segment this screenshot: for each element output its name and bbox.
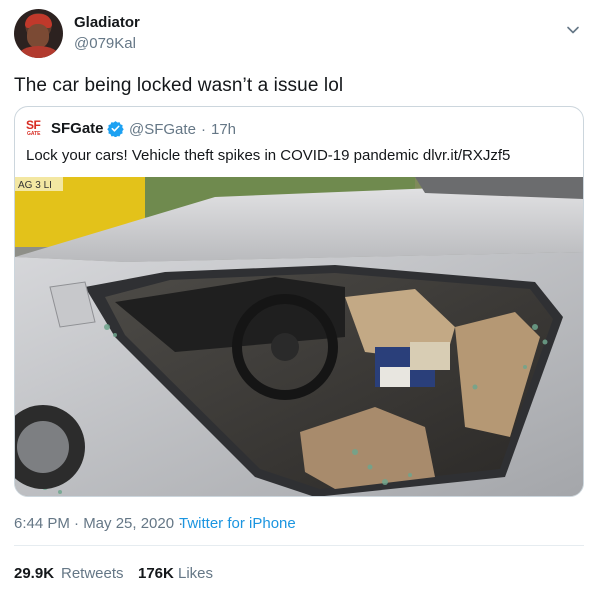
stats-divider <box>14 545 584 546</box>
retweets-count[interactable]: 29.9K <box>14 565 54 582</box>
author-display-name[interactable]: Gladiator <box>74 14 140 31</box>
likes-count[interactable]: 176K <box>138 565 174 582</box>
sfgate-logo-text: SF <box>26 118 41 132</box>
quoted-tweet[interactable]: SF GATE SFGate @SFGate · 17h Lock your c… <box>14 106 584 497</box>
likes-label[interactable]: Likes <box>178 565 213 582</box>
tweet-text: The car being locked wasn’t a issue lol <box>14 75 344 96</box>
quoted-handle[interactable]: @SFGate <box>129 121 196 138</box>
license-plate-text: AG 3 LI <box>18 180 52 191</box>
author-handle[interactable]: @079Kal <box>74 35 136 52</box>
quoted-separator: · <box>201 121 206 138</box>
sfgate-logo: SF GATE <box>26 118 44 139</box>
tweet-source-link[interactable]: Twitter for iPhone <box>179 515 296 532</box>
tweet-card: Gladiator @079Kal The car being locked w… <box>0 0 589 594</box>
avatar-shirt <box>18 46 59 58</box>
quoted-text: Lock your cars! Vehicle theft spikes in … <box>26 147 511 164</box>
quoted-display-name[interactable]: SFGate <box>51 120 104 137</box>
car-break-in-photo: AG 3 LI <box>15 177 583 496</box>
sfgate-logo-subtext: GATE <box>27 131 41 137</box>
retweets-label[interactable]: Retweets <box>61 565 124 582</box>
tweet-timestamp[interactable]: 6:44 PM · May 25, 2020 · <box>14 515 183 532</box>
profile-avatar[interactable] <box>14 9 63 58</box>
avatar-face <box>27 24 49 48</box>
verified-badge-icon <box>107 121 124 137</box>
chevron-down-icon[interactable] <box>566 23 580 37</box>
quoted-media-image[interactable]: AG 3 LI <box>15 177 583 496</box>
quoted-time[interactable]: 17h <box>211 121 236 138</box>
